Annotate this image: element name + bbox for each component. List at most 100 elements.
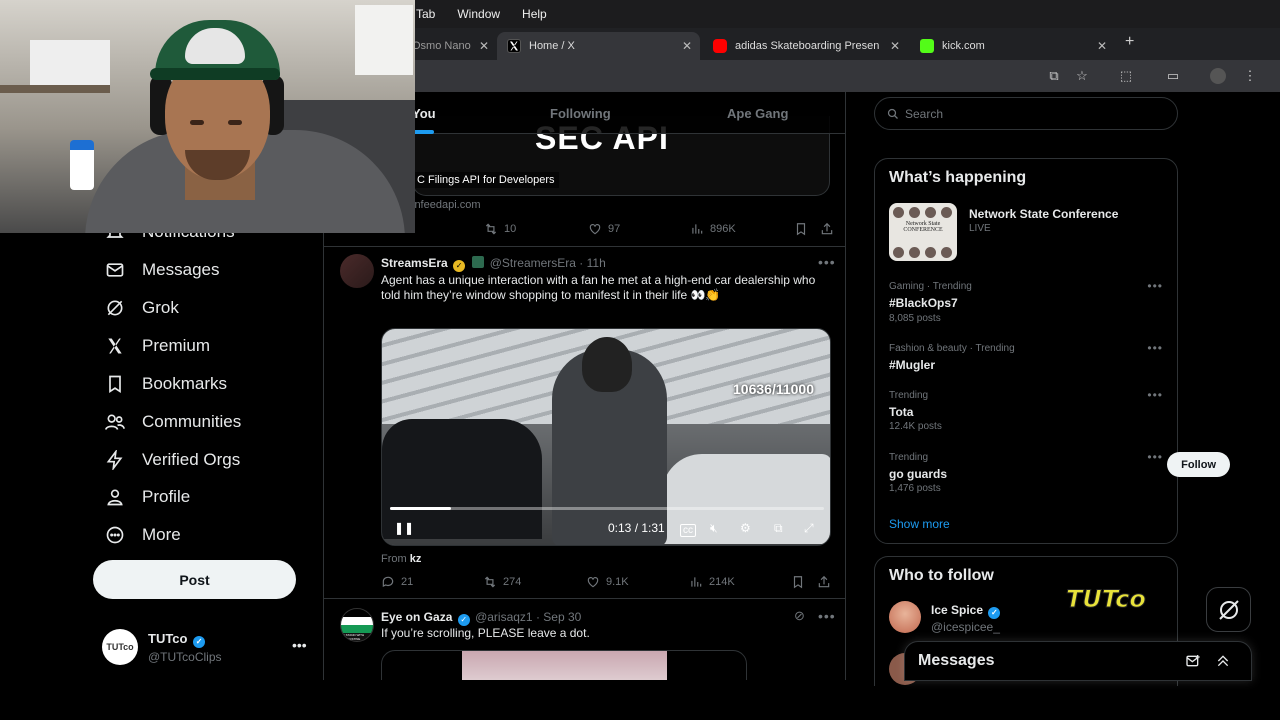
verified-badge-icon: ✓ [453,260,466,272]
nav-premium[interactable]: Premium [102,331,210,361]
messages-drawer[interactable]: Messages [904,641,1252,681]
event-image-text: Network State CONFERENCE [903,221,943,233]
tweet-handle[interactable]: @StreamersEra [490,256,576,270]
nav-messages[interactable]: Messages [102,255,219,285]
tab-following[interactable]: Following [550,106,611,121]
follow-name[interactable]: Ice Spice ✓ [931,603,1002,619]
menu-window[interactable]: Window [457,7,500,21]
post-button[interactable]: Post [93,560,296,599]
tab-osmo-nano[interactable]: Osmo Nano ✕ [402,32,497,60]
more-icon[interactable]: ••• [1147,341,1163,355]
repost-count: 274 [503,576,522,588]
event-image-avatar [925,207,936,218]
pip-icon[interactable]: ⧉ [774,521,783,536]
flag-stripe [341,625,373,633]
nav-more[interactable]: More [102,520,181,550]
bookmark-button[interactable] [791,575,811,589]
menu-icon[interactable]: ⋮ [1242,68,1258,84]
nav-label: Profile [142,487,191,506]
views-button[interactable]: 896K [690,222,736,236]
more-icon[interactable]: ••• [1147,279,1163,293]
tab-kick[interactable]: kick.com ✕ [910,32,1115,60]
heart-icon [589,224,601,235]
more-icon[interactable]: ••• [818,608,836,624]
event-title[interactable]: Network State Conference [969,207,1118,221]
tab-home-x[interactable]: Home / X ✕ [497,32,700,60]
nav-verified-orgs[interactable]: Verified Orgs [102,445,240,475]
mute-icon[interactable]: 🔇︎ [710,521,718,536]
tweet-time[interactable]: 11h [587,256,606,270]
nav-label: More [142,525,181,544]
like-button[interactable]: 9.1K [586,575,629,589]
people-icon [102,411,128,433]
video-player[interactable]: 10636/11000 ❚❚ 0:13 / 1:31 cc 🔇︎ ⚙ ⧉ ⤢ [381,328,831,546]
fullscreen-icon[interactable]: ⤢ [804,521,814,536]
more-icon[interactable]: ••• [818,254,836,270]
search-input[interactable]: Search [874,97,1178,130]
video-progress-bar[interactable] [390,507,824,510]
repost-button[interactable]: 10 [484,222,516,236]
search-icon [887,108,898,119]
tab-adidas[interactable]: adidas Skateboarding Presen ✕ [703,32,908,60]
account-handle: @TUTcoClips [148,649,222,664]
more-icon[interactable]: ••• [292,637,307,653]
chevron-up-icon[interactable] [1215,653,1231,674]
close-icon[interactable]: ✕ [890,39,900,53]
grok-button[interactable] [1206,587,1251,632]
tab-ape-gang[interactable]: Ape Gang [727,106,788,121]
avatar[interactable] [340,254,374,288]
heart-icon [587,577,599,588]
pause-icon[interactable]: ❚❚ [394,521,414,535]
close-icon[interactable]: ✕ [1097,39,1107,53]
messages-drawer-title: Messages [918,652,995,669]
more-icon[interactable]: ••• [1147,388,1163,402]
avatar[interactable] [889,601,921,633]
repost-button[interactable]: 274 [483,575,521,589]
settings-icon[interactable]: ⚙ [740,521,751,535]
menu-help[interactable]: Help [522,7,547,21]
share-button[interactable] [820,222,840,236]
tweet-author[interactable]: Eye on Gaza [381,610,452,624]
tweet-author[interactable]: StreamsEra [381,256,448,270]
views-button[interactable]: 214K [689,575,735,589]
nav-bookmarks[interactable]: Bookmarks [102,369,227,399]
affiliate-badge-icon [472,256,485,268]
account-switcher[interactable]: TUTco TUTco ✓ @TUTcoClips [102,629,222,665]
tab-for-you[interactable]: You [412,106,436,121]
follow-button[interactable]: Follow [1167,452,1230,477]
like-button[interactable]: 97 [588,222,620,236]
menu-tab[interactable]: Tab [416,7,435,21]
install-icon[interactable]: ⧉ [1046,68,1062,84]
share-button[interactable] [817,575,837,589]
close-icon[interactable]: ✕ [682,39,692,53]
captions-icon[interactable]: cc [680,524,696,537]
trend-context: Gaming · Trending [889,281,972,292]
more-icon[interactable]: ••• [1147,450,1163,464]
trend-name: #Mugler [889,358,936,372]
tweet-media[interactable] [381,650,747,680]
avatar[interactable]: I STAND WITH PALESTINE [340,608,374,642]
from-name[interactable]: kz [410,553,422,565]
media-icon[interactable]: ▭ [1165,68,1181,84]
flag-stripe [341,617,373,625]
nav-communities[interactable]: Communities [102,407,241,437]
star-icon[interactable]: ☆ [1074,68,1090,84]
kick-icon [920,39,934,53]
webcam-shelf [0,85,110,93]
show-more-link[interactable]: Show more [889,517,950,531]
tweet-handle[interactable]: @arisaqz1 [475,610,533,624]
grok-explain-icon[interactable]: ⊘ [794,608,806,624]
new-message-icon[interactable] [1185,653,1201,674]
tweet-time[interactable]: Sep 30 [543,610,581,624]
nav-profile[interactable]: Profile [102,482,190,512]
card-domain[interactable]: infeedapi.com [412,199,481,211]
event-image[interactable]: Network State CONFERENCE [889,203,957,261]
profile-icon[interactable] [1210,68,1226,84]
tweet-text: Agent has a unique interaction with a fa… [381,273,816,302]
extensions-icon[interactable]: ⬚ [1118,68,1134,84]
new-tab-icon[interactable]: + [1125,33,1134,51]
reply-button[interactable]: 21 [381,575,413,589]
bookmark-button[interactable] [794,222,814,236]
nav-grok[interactable]: Grok [102,293,179,323]
close-icon[interactable]: ✕ [479,39,489,53]
